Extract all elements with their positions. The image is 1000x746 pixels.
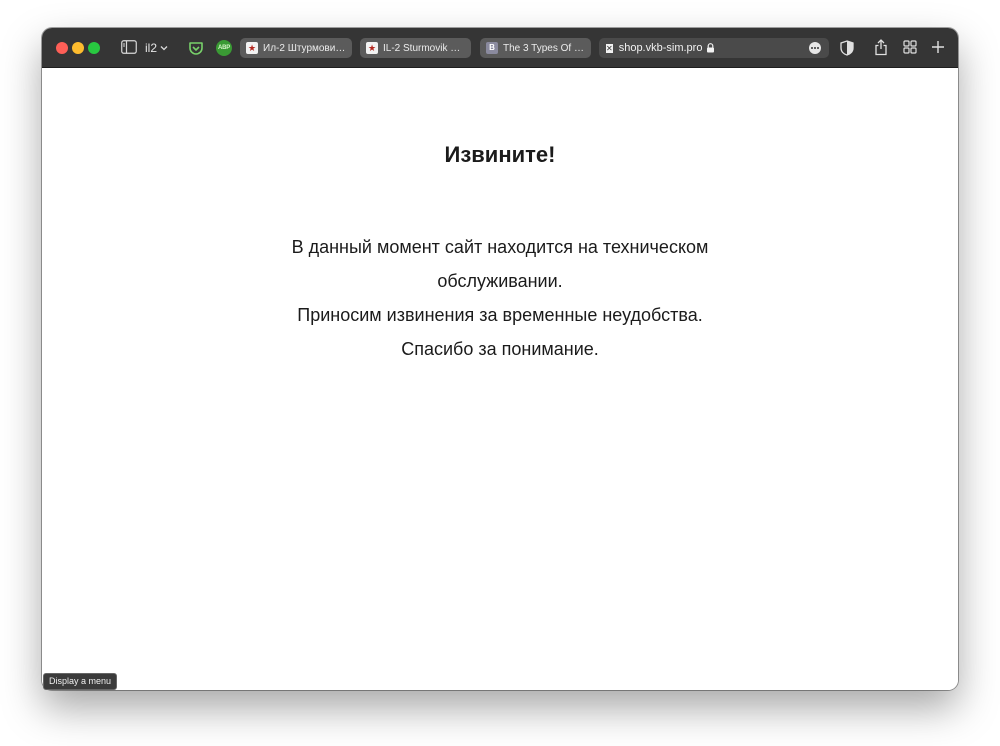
tab-title: Ил-2 Штурмови… xyxy=(263,42,346,54)
privacy-shield-icon[interactable] xyxy=(840,40,854,56)
message-line: В данный момент сайт находится на технич… xyxy=(291,237,709,291)
close-box-icon: ✕ xyxy=(606,43,613,53)
star-icon: ★ xyxy=(246,42,258,54)
page-title: Извините! xyxy=(444,142,556,167)
pocket-icon[interactable] xyxy=(188,40,204,56)
chevron-down-icon xyxy=(160,46,168,51)
url-text: shop.vkb-sim.pro xyxy=(618,42,703,54)
tab-overview-icon[interactable] xyxy=(903,40,917,54)
message-line: Спасибо за понимание. xyxy=(401,339,599,359)
tab-2[interactable]: ★ IL-2 Sturmovik Fo… xyxy=(360,38,471,58)
share-icon[interactable] xyxy=(874,38,888,56)
tab-title: IL-2 Sturmovik Fo… xyxy=(383,42,465,54)
close-window-button[interactable] xyxy=(56,42,68,54)
sidebar-icon[interactable] xyxy=(121,40,137,54)
adblock-plus-icon[interactable]: ABP xyxy=(216,40,232,56)
browser-toolbar: il2 ABP ★ Ил-2 Штурмови… ★ IL-2 Sturmovi… xyxy=(42,28,958,68)
tab-1[interactable]: ★ Ил-2 Штурмови… xyxy=(240,38,352,58)
address-bar[interactable]: ✕ shop.vkb-sim.pro xyxy=(599,38,829,58)
zoom-window-button[interactable] xyxy=(88,42,100,54)
screen: il2 ABP ★ Ил-2 Штурмови… ★ IL-2 Sturmovi… xyxy=(0,0,1000,746)
page-content: Извините! В данный момент сайт находится… xyxy=(42,68,958,690)
tab-group-selector[interactable]: il2 xyxy=(145,40,168,56)
minimize-window-button[interactable] xyxy=(72,42,84,54)
message-line: Приносим извинения за временные неудобст… xyxy=(297,305,703,325)
tooltip: Display a menu xyxy=(43,673,118,690)
letter-b-icon: B xyxy=(486,42,498,54)
page-menu-button[interactable] xyxy=(809,42,821,54)
plus-icon[interactable] xyxy=(931,40,945,54)
tab-3[interactable]: B The 3 Types Of S… xyxy=(480,38,591,58)
tab-title: The 3 Types Of S… xyxy=(503,42,585,54)
lock-icon xyxy=(707,43,715,53)
maintenance-message: В данный момент сайт находится на технич… xyxy=(242,230,758,366)
star-icon: ★ xyxy=(366,42,378,54)
tab-group-name: il2 xyxy=(145,41,158,55)
browser-window: il2 ABP ★ Ил-2 Штурмови… ★ IL-2 Sturmovi… xyxy=(42,28,958,690)
